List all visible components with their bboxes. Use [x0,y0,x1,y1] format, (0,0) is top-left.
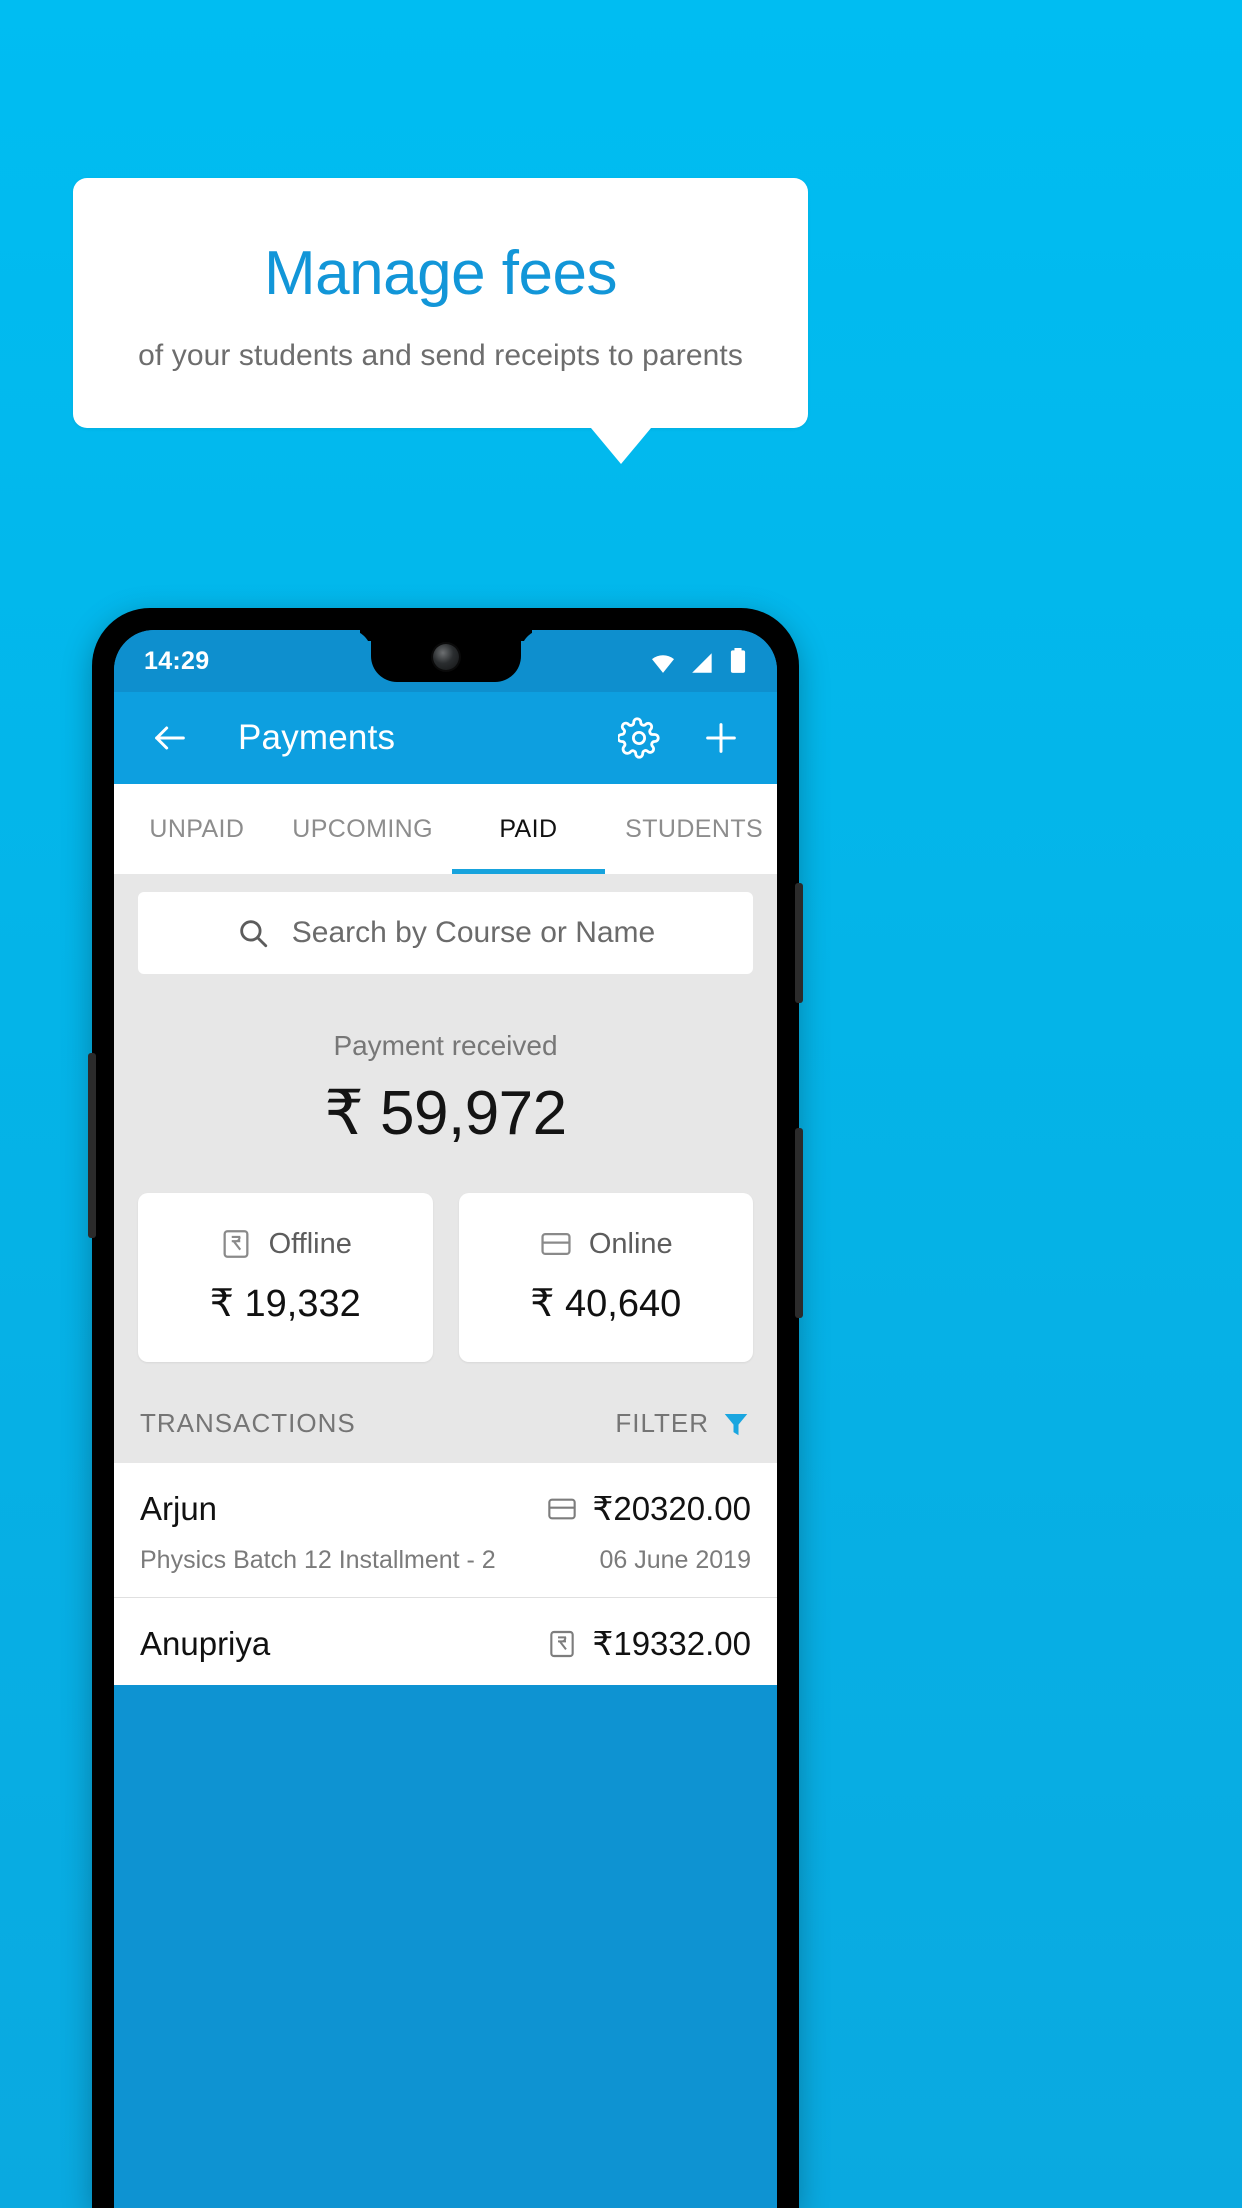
transaction-amount: ₹20320.00 [592,1490,751,1527]
search-section: Search by Course or Name [114,874,777,974]
tab-bar: UNPAID UPCOMING PAID STUDENTS [114,784,777,874]
phone-mockup: 14:29 Payments UNPAID UPCOMING PAID STUD… [88,608,803,2208]
promo-title: Manage fees [264,239,617,309]
filter-button[interactable]: FILTER [615,1408,751,1439]
offline-payment-card[interactable]: Offline ₹ 19,332 [138,1193,433,1362]
signal-icon [692,653,712,673]
tab-students[interactable]: STUDENTS [611,784,777,874]
online-payment-card[interactable]: Online ₹ 40,640 [458,1193,753,1362]
promo-subtitle: of your students and send receipts to pa… [138,338,743,372]
tab-paid[interactable]: PAID [446,784,612,874]
offline-amount: ₹ 19,332 [209,1283,361,1325]
transaction-amount-wrap: ₹19332.00 [546,1624,751,1663]
transaction-amount-wrap: ₹20320.00 [546,1489,751,1528]
search-input[interactable]: Search by Course or Name [138,892,753,974]
battery-icon [730,648,746,673]
phone-side-button-left [88,1053,96,1238]
cash-note-icon [550,1630,575,1657]
tab-upcoming[interactable]: UPCOMING [280,784,446,874]
callout-tail [591,428,651,464]
transaction-name: Arjun [140,1489,218,1527]
page-title: Payments [238,718,396,757]
front-camera [432,644,459,670]
payment-summary: Payment received ₹ 59,972 [114,974,777,1149]
status-time: 14:29 [144,646,210,675]
transaction-amount: ₹19332.00 [592,1625,751,1662]
offline-card-head: Offline [219,1227,352,1261]
gear-icon[interactable] [611,710,667,766]
transaction-name: Anupriya [140,1624,271,1662]
offline-label: Offline [268,1227,352,1260]
app-bar: Payments [114,692,777,784]
summary-amount: ₹ 59,972 [324,1079,567,1148]
search-placeholder: Search by Course or Name [291,916,656,949]
table-row[interactable]: Anupriya ₹19332.00 [114,1598,777,1685]
online-amount: ₹ 40,640 [530,1283,682,1325]
wifi-icon [652,655,674,673]
credit-card-icon [541,1232,571,1256]
phone-volume-button [795,1128,803,1318]
phone-power-button [795,883,803,1003]
screen-content: Search by Course or Name Payment receive… [114,874,777,1685]
transaction-bottom: Physics Batch 12 Installment - 2 06 June… [140,1546,751,1575]
cash-note-icon [223,1230,249,1258]
promo-callout-card: Manage fees of your students and send re… [73,178,808,428]
table-row[interactable]: Arjun ₹20320.00 Physics Batch 12 Install… [114,1463,777,1598]
transactions-header: TRANSACTIONS FILTER [114,1362,777,1463]
payment-breakdown: Offline ₹ 19,332 Online ₹ 40,640 [114,1149,777,1362]
phone-screen: 14:29 Payments UNPAID UPCOMING PAID STUD… [114,630,777,2208]
transaction-date: 06 June 2019 [599,1546,751,1574]
plus-icon[interactable] [693,710,749,766]
search-icon [240,920,267,948]
filter-label: FILTER [615,1408,709,1438]
transaction-top: Arjun ₹20320.00 [140,1489,751,1528]
status-bar: 14:29 [114,630,777,692]
funnel-icon [724,1413,748,1435]
status-icons [649,648,747,674]
transaction-top: Anupriya ₹19332.00 [140,1624,751,1663]
transaction-description: Physics Batch 12 Installment - 2 [140,1546,496,1574]
tab-unpaid[interactable]: UNPAID [114,784,280,874]
online-label: Online [588,1227,673,1260]
transactions-title: TRANSACTIONS [140,1408,356,1438]
online-card-head: Online [539,1227,673,1261]
transactions-list: Arjun ₹20320.00 Physics Batch 12 Install… [114,1463,777,1685]
summary-label: Payment received [333,1030,558,1061]
back-arrow-icon[interactable] [142,710,198,766]
credit-card-icon [548,1498,577,1519]
